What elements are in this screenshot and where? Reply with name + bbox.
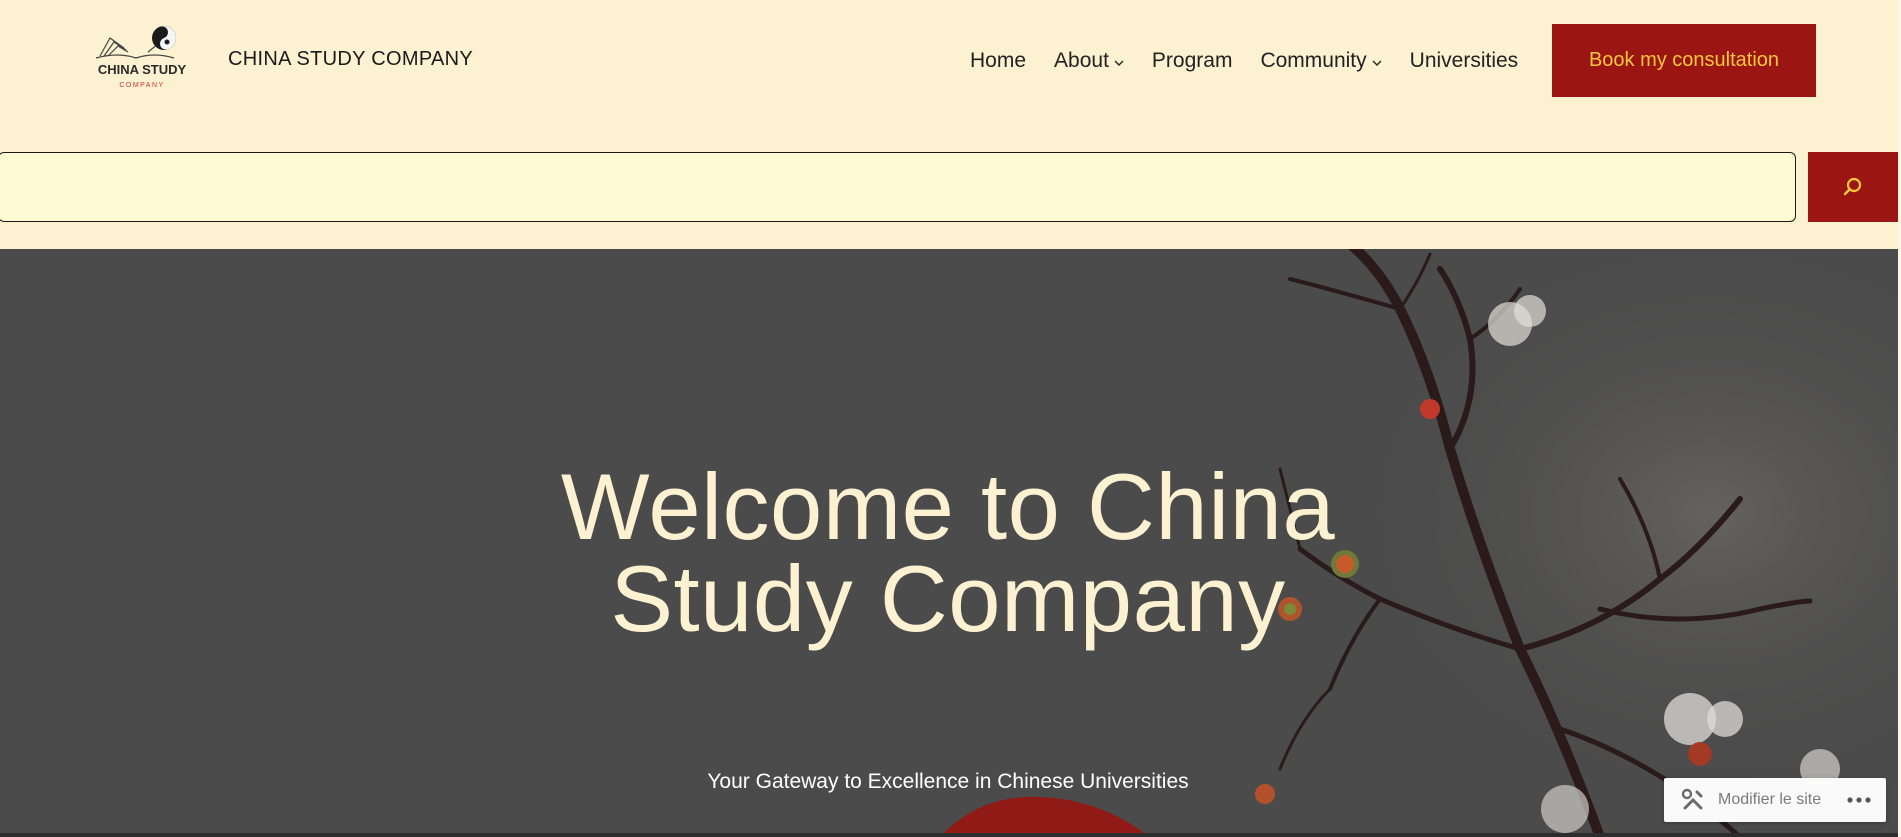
tools-icon — [1681, 788, 1703, 810]
hero-section: Welcome to China Study Company Your Gate… — [0, 249, 1898, 837]
book-consultation-button[interactable]: Book my consultation — [1552, 24, 1816, 97]
search-button[interactable] — [1808, 152, 1898, 222]
edit-site-link[interactable]: Modifier le site — [1718, 791, 1821, 809]
bottom-divider — [0, 833, 1898, 837]
nav-item-home[interactable]: Home — [970, 49, 1026, 73]
search-icon — [1843, 177, 1862, 196]
site-logo[interactable]: CHINA STUDY COMPANY — [88, 22, 196, 96]
site-title[interactable]: CHINA STUDY COMPANY — [228, 48, 473, 71]
hero-title: Welcome to China Study Company — [560, 454, 1336, 651]
site-header: CHINA STUDY COMPANY CHINA STUDY COMPANY … — [0, 0, 1898, 249]
nav-item-label: Home — [970, 49, 1027, 72]
chevron-down-icon — [1114, 60, 1124, 66]
nav-item-community[interactable]: Community — [1260, 49, 1382, 73]
logo-text-line2: COMPANY — [119, 82, 164, 89]
nav-item-about[interactable]: About — [1054, 49, 1124, 73]
hero-subtitle: Your Gateway to Excellence in Chinese Un… — [707, 770, 1189, 793]
main-nav: Home About Program Community Universitie… — [970, 48, 1546, 74]
admin-edit-bar: Modifier le site — [1664, 778, 1886, 822]
logo-text-line1: CHINA STUDY — [98, 62, 187, 77]
nav-item-label: Community — [1260, 49, 1367, 72]
nav-item-program[interactable]: Program — [1152, 49, 1233, 73]
yin-yang-icon — [152, 26, 176, 50]
nav-item-label: About — [1054, 49, 1109, 72]
chevron-down-icon — [1372, 60, 1382, 66]
nav-item-universities[interactable]: Universities — [1410, 49, 1519, 73]
search-input[interactable] — [0, 152, 1796, 222]
nav-item-label: Universities — [1409, 49, 1519, 72]
more-horizontal-icon[interactable] — [1846, 796, 1872, 804]
nav-item-label: Program — [1151, 49, 1233, 72]
